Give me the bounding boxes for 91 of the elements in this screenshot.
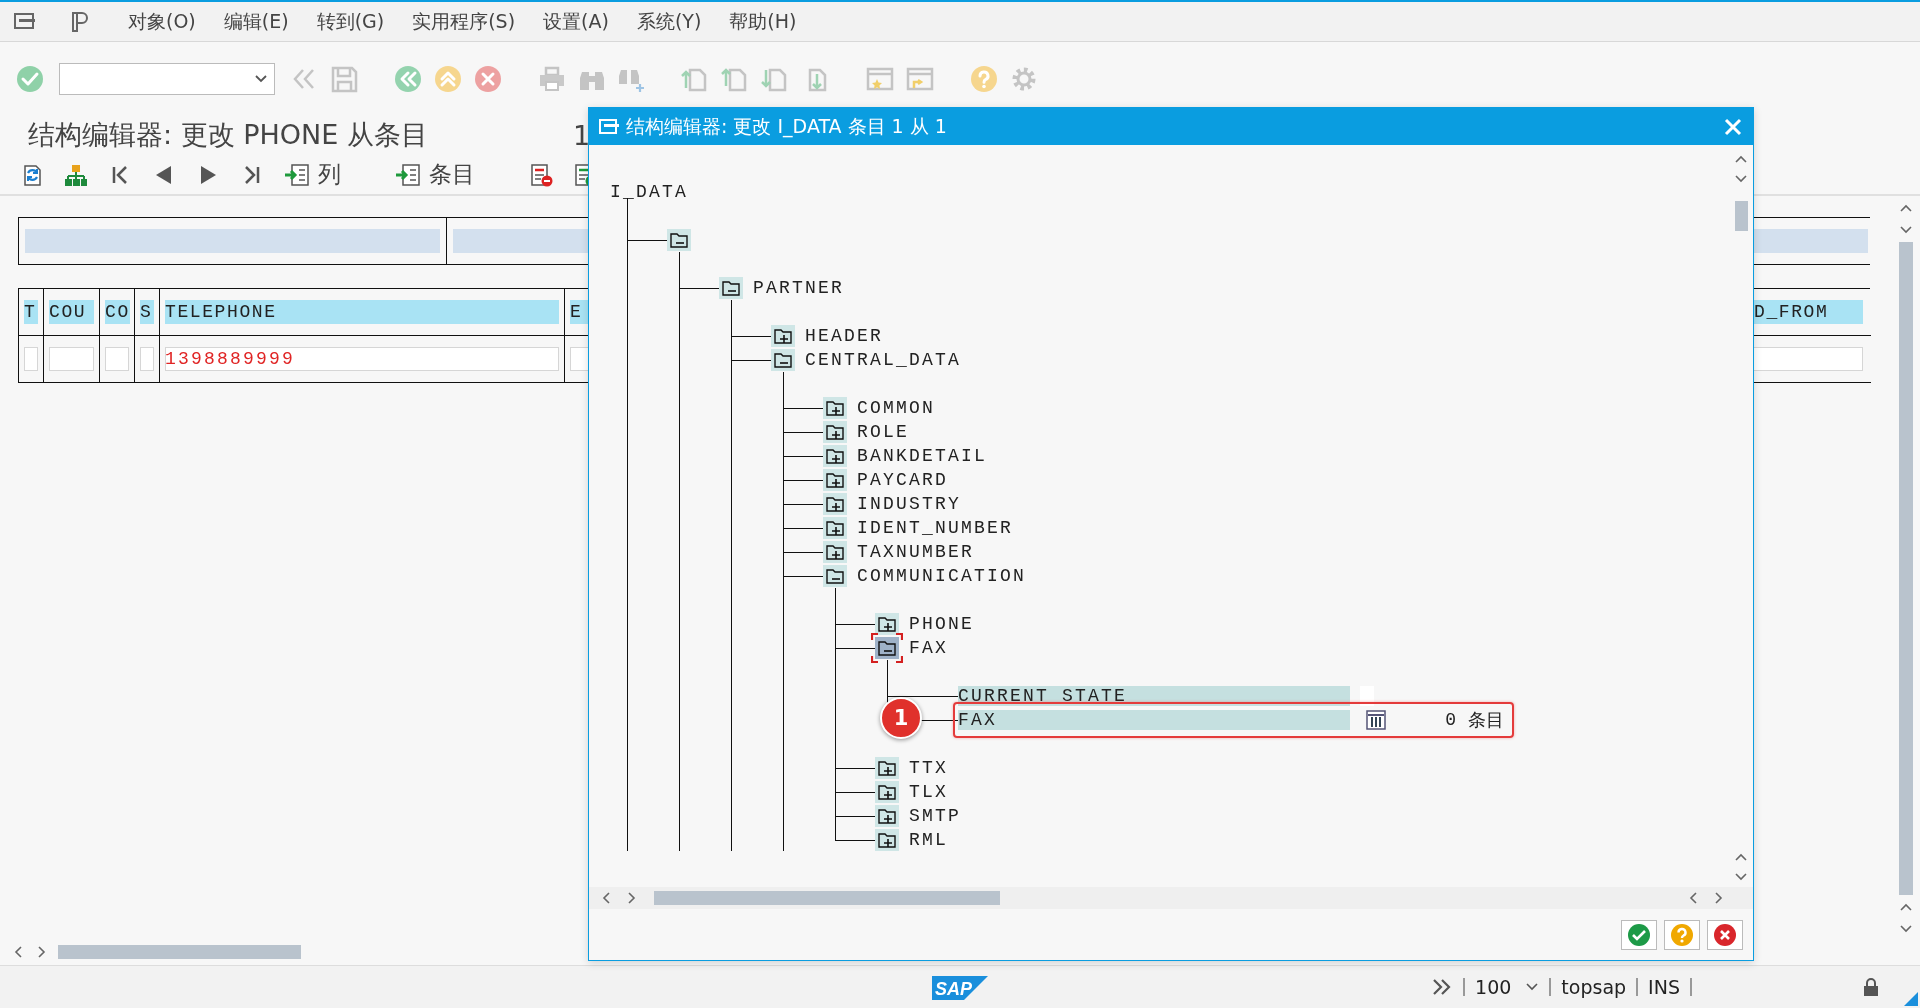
hierarchy-icon[interactable] [64,162,88,187]
help-icon [1670,922,1694,947]
check-icon[interactable] [15,63,45,94]
sap-logo: SAP [932,976,988,1000]
menu-item[interactable]: 编辑(E) [209,8,303,35]
insert-column-icon [284,162,310,187]
scrollbar-thumb[interactable] [1734,201,1748,231]
tree-node[interactable]: PHONE [909,614,974,634]
folder-icon[interactable] [823,421,847,443]
entries-button[interactable]: 条目 [395,159,475,190]
menu-item[interactable]: 转到(G) [302,8,399,35]
menu-item[interactable]: 帮助(H) [715,8,811,35]
folder-icon[interactable] [667,229,691,251]
folder-icon[interactable] [875,781,899,803]
folder-icon[interactable] [871,633,903,663]
entry-unit: 条目 [1468,708,1504,732]
header-field[interactable] [25,229,440,253]
server-name: topsap [1561,976,1627,998]
dropdown-caret-icon [254,73,268,84]
tree-node[interactable]: COMMUNICATION [857,566,1027,586]
delete-row-icon[interactable] [529,162,553,187]
folder-icon[interactable] [771,325,795,347]
title-counter: 1 [573,119,591,151]
tree-node[interactable]: INDUSTRY [857,494,961,514]
column-header[interactable]: S [140,300,154,324]
field-name[interactable]: FAX [958,710,1350,730]
scrollbar-thumb[interactable] [58,945,301,959]
cancel-button[interactable] [1707,919,1743,950]
screen-title: 结构编辑器: 更改 PHONE 从条目 [28,118,429,152]
scrollbar-thumb[interactable] [1899,242,1913,895]
input-field[interactable] [49,347,94,371]
tree-node[interactable]: FAX [909,638,948,658]
input-field[interactable] [140,347,154,371]
tree-node[interactable]: TAXNUMBER [857,542,975,562]
cancel-icon [1713,922,1737,947]
column-header[interactable]: CO [105,300,130,324]
folder-icon[interactable] [823,517,847,539]
folder-icon[interactable] [719,277,743,299]
table-icon[interactable] [1366,710,1386,730]
tree-node[interactable]: TLX [909,782,948,802]
dropdown-caret-icon [1525,982,1540,992]
tree-node[interactable]: PAYCARD [857,470,948,490]
tree-node[interactable]: BANKDETAIL [857,446,988,466]
zoom-dropdown[interactable]: 100 [1475,976,1540,998]
value-field[interactable] [1360,686,1374,706]
annotation-badge: 1 [880,697,922,739]
tree-node[interactable]: HEADER [805,326,883,346]
menu-item[interactable]: 对象(O) [114,8,210,35]
tree-node[interactable]: CENTRAL_DATA [805,350,962,370]
check-icon [1627,922,1651,947]
tree-node[interactable]: RML [909,830,948,850]
lock-icon[interactable] [1862,977,1880,997]
menu-item[interactable]: 系统(Y) [622,8,716,35]
menu-item[interactable]: 实用程序(S) [398,8,530,35]
tree-node[interactable]: IDENT_NUMBER [857,518,1014,538]
entry-count: 0 [1444,710,1456,730]
folder-icon[interactable] [771,349,795,371]
tree-node[interactable]: TTX [909,758,948,778]
command-field[interactable] [59,62,275,95]
tree-node[interactable]: I_DATA [610,182,688,202]
folder-icon[interactable] [823,565,847,587]
folder-icon[interactable] [823,397,847,419]
insert-entry-icon [395,162,421,187]
folder-icon[interactable] [875,757,899,779]
input-field[interactable] [24,347,38,371]
window-icon[interactable] [598,116,620,137]
column-header[interactable]: T [24,300,38,324]
scrollbar-thumb[interactable] [654,891,1000,905]
columns-button[interactable]: 列 [284,159,341,190]
folder-icon[interactable] [823,469,847,491]
folder-icon[interactable] [875,829,899,851]
column-header[interactable]: TELEPHONE [165,300,559,324]
folder-icon[interactable] [823,493,847,515]
menu-item[interactable]: 设置(A) [529,8,623,35]
dialog-title: 结构编辑器: 更改 I_DATA 条目 1 从 1 [626,113,948,140]
confirm-button[interactable] [1621,919,1657,950]
input-field[interactable] [105,347,129,371]
close-icon[interactable] [1723,116,1743,137]
insert-mode[interactable]: INS [1648,976,1680,998]
folder-icon[interactable] [823,541,847,563]
tree-node[interactable]: COMMON [857,398,935,418]
folder-icon[interactable] [823,445,847,467]
folder-icon[interactable] [875,805,899,827]
column-header[interactable]: COU [49,300,94,324]
tree-node[interactable]: PARTNER [753,278,844,298]
tree-node[interactable]: SMTP [909,806,961,826]
folder-icon[interactable] [875,613,899,635]
field-name[interactable]: CURRENT_STATE [958,686,1350,706]
table-cell[interactable]: 1398889999 [165,347,559,371]
tree-node[interactable]: ROLE [857,422,909,442]
resize-grip-icon[interactable] [1904,992,1918,1006]
